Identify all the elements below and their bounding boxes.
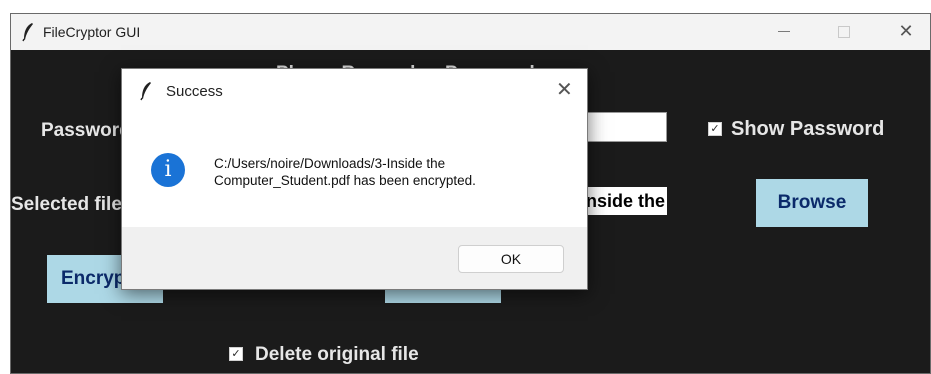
- show-password-label[interactable]: Show Password: [731, 118, 884, 141]
- dialog-close-icon[interactable]: ✕: [556, 77, 573, 101]
- delete-original-label[interactable]: Delete original file: [255, 344, 419, 366]
- dialog-message-line2: Computer_Student.pdf has been encrypted.: [214, 173, 476, 188]
- dialog-message-line1: C:/Users/noire/Downloads/3-Inside the: [214, 156, 446, 171]
- dialog-footer: OK: [122, 227, 587, 289]
- dialog-title-bar: Success ✕: [122, 69, 587, 113]
- info-icon: i: [151, 153, 185, 187]
- feather-icon: [22, 23, 33, 42]
- close-button[interactable]: ✕: [883, 14, 929, 50]
- show-password-checkbox[interactable]: ✓: [708, 122, 722, 136]
- delete-original-checkbox[interactable]: ✓: [229, 347, 243, 361]
- feather-icon: [140, 82, 151, 101]
- browse-button[interactable]: Browse: [756, 179, 868, 227]
- window-title: FileCryptor GUI: [43, 24, 141, 40]
- password-label: Password: [41, 120, 131, 141]
- ok-button[interactable]: OK: [458, 245, 564, 273]
- minimize-button[interactable]: [761, 14, 807, 50]
- dialog-message: C:/Users/noire/Downloads/3-Inside the Co…: [214, 155, 574, 189]
- success-dialog: Success ✕ i C:/Users/noire/Downloads/3-I…: [121, 68, 588, 290]
- dialog-title: Success: [166, 83, 223, 100]
- title-bar: FileCryptor GUI ✕: [11, 14, 930, 50]
- maximize-button[interactable]: [821, 14, 867, 50]
- selected-file-label: Selected file:: [11, 194, 129, 215]
